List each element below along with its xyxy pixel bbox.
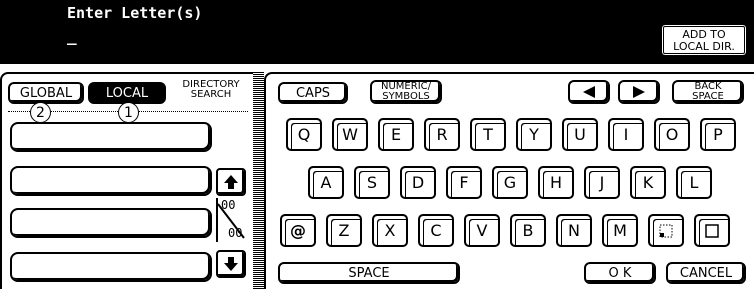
back-line2: SPACE (692, 91, 724, 102)
numeric-symbols-button[interactable]: NUMERIC/ SYMBOLS (370, 80, 442, 104)
key-x[interactable]: X (372, 214, 408, 247)
key-n[interactable]: N (556, 214, 592, 247)
square-icon (705, 223, 719, 238)
add-button-line2: LOCAL DIR. (673, 40, 735, 53)
triangle-left-icon (583, 86, 595, 98)
search-result-field-4[interactable] (10, 252, 212, 282)
key-s[interactable]: S (354, 166, 390, 199)
space-button[interactable]: SPACE (278, 262, 460, 284)
arrow-down-icon (224, 257, 238, 271)
global-button[interactable]: GLOBAL (8, 82, 84, 104)
key-e[interactable]: E (378, 118, 414, 151)
prompt-title: Enter Letter(s) (67, 4, 203, 22)
key-d[interactable]: D (400, 166, 436, 199)
key-dotted-space[interactable] (648, 214, 684, 247)
key-g[interactable]: G (492, 166, 528, 199)
key-y[interactable]: Y (516, 118, 552, 151)
key-m[interactable]: M (602, 214, 638, 247)
key-r[interactable]: R (424, 118, 460, 151)
keyboard-panel: CAPS NUMERIC/ SYMBOLS BACK SPACE Q W E R… (264, 72, 754, 289)
numeric-line2: SYMBOLS (382, 91, 430, 102)
key-z[interactable]: Z (326, 214, 362, 247)
scroll-up-button[interactable] (216, 168, 246, 196)
page-total: 00 (228, 226, 243, 240)
cursor-left-button[interactable] (568, 80, 610, 104)
panel-separator (253, 72, 264, 289)
cancel-button[interactable]: CANCEL (666, 262, 746, 284)
marker-local: 1 (118, 102, 139, 123)
dotted-square-icon (659, 224, 673, 237)
search-result-field-2[interactable] (10, 166, 212, 196)
ok-button[interactable]: O K (584, 262, 656, 284)
search-panel: GLOBAL LOCAL DIRECTORY SEARCH 2 1 00 00 (0, 72, 253, 289)
scroll-down-button[interactable] (216, 250, 246, 278)
directory-search-label: DIRECTORY SEARCH (172, 80, 250, 100)
key-w[interactable]: W (332, 118, 368, 151)
local-button[interactable]: LOCAL (88, 82, 166, 104)
key-at[interactable]: @ (280, 214, 316, 247)
header-bar: Enter Letter(s) _ ADD TO LOCAL DIR. (0, 0, 754, 64)
key-u[interactable]: U (562, 118, 598, 151)
page-indicator: 00 00 (216, 198, 246, 242)
directory-search-line2: SEARCH (190, 89, 232, 100)
arrow-up-icon (224, 175, 238, 189)
triangle-right-icon (633, 86, 645, 98)
key-blank-space[interactable] (694, 214, 730, 247)
key-v[interactable]: V (464, 214, 500, 247)
key-j[interactable]: J (584, 166, 620, 199)
caps-button[interactable]: CAPS (278, 82, 348, 104)
search-result-field-3[interactable] (10, 208, 212, 238)
cursor-right-button[interactable] (618, 80, 660, 104)
key-f[interactable]: F (446, 166, 482, 199)
marker-global: 2 (30, 102, 51, 123)
key-a[interactable]: A (308, 166, 344, 199)
key-p[interactable]: P (700, 118, 736, 151)
key-c[interactable]: C (418, 214, 454, 247)
text-entry-display[interactable]: _ (67, 26, 77, 45)
key-q[interactable]: Q (286, 118, 322, 151)
add-to-local-dir-button[interactable]: ADD TO LOCAL DIR. (660, 23, 748, 57)
key-b[interactable]: B (510, 214, 546, 247)
key-h[interactable]: H (538, 166, 574, 199)
back-space-button[interactable]: BACK SPACE (672, 80, 744, 104)
key-l[interactable]: L (676, 166, 712, 199)
key-o[interactable]: O (654, 118, 690, 151)
key-k[interactable]: K (630, 166, 666, 199)
key-t[interactable]: T (470, 118, 506, 151)
search-result-field-1[interactable] (10, 122, 212, 152)
key-i[interactable]: I (608, 118, 644, 151)
